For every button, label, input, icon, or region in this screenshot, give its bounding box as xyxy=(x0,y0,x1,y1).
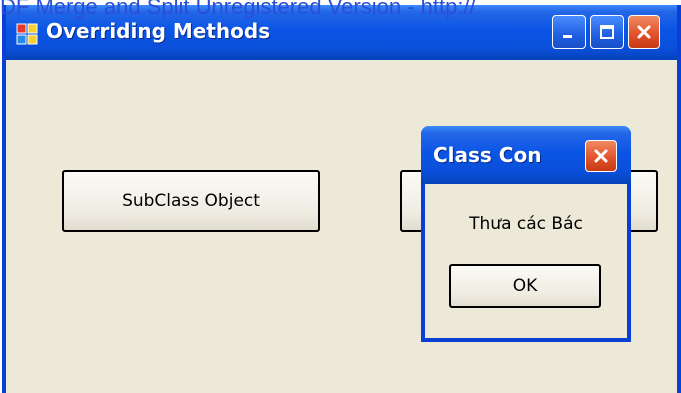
subclass-object-button[interactable]: SubClass Object xyxy=(62,170,320,232)
dialog-title: Class Con xyxy=(433,143,542,167)
dialog-message: Thưa các Bác xyxy=(469,214,583,234)
ok-button-label: OK xyxy=(512,276,538,296)
maximize-icon xyxy=(600,25,614,39)
watermark-text: DF Merge and Split Unregistered Version … xyxy=(0,0,476,19)
message-dialog: Class Con Thưa các Bác OK xyxy=(421,126,631,342)
subclass-object-button-label: SubClass Object xyxy=(122,191,260,211)
app-window-icon[interactable] xyxy=(16,23,38,45)
close-icon xyxy=(637,25,651,39)
dialog-close-button[interactable] xyxy=(585,140,617,172)
window-title: Overriding Methods xyxy=(46,19,271,43)
close-icon xyxy=(594,149,608,163)
dialog-titlebar[interactable]: Class Con xyxy=(421,126,631,184)
minimize-icon xyxy=(563,35,572,38)
ok-button[interactable]: OK xyxy=(449,264,601,308)
